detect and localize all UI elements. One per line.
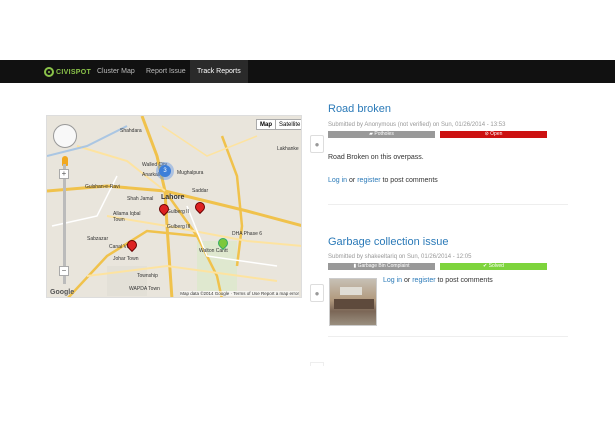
map-place-label: Lahore (161, 194, 185, 201)
status-label: Open (490, 131, 503, 137)
map-place-label: Township (137, 273, 158, 279)
report-title[interactable]: Road broken (328, 103, 391, 115)
map-place-label: Mughalpura (177, 170, 204, 176)
next-report-marker (310, 362, 324, 366)
report-photo-thumbnail[interactable] (329, 278, 377, 326)
report-map-marker-button[interactable]: ● (310, 135, 324, 153)
logo-icon (44, 67, 54, 77)
report-meta: Submitted by Anonymous (not verified) on… (328, 122, 506, 128)
civispot-logo[interactable]: CIVISPOT (44, 63, 91, 81)
map-place-label: Shah Jamal (127, 196, 154, 202)
status-badge: ⊘ Open (440, 131, 547, 138)
map-marker-icon: ● (314, 140, 320, 149)
or-text: or (404, 277, 411, 284)
map-place-label: DHA Phase 6 (232, 231, 263, 237)
map-place-label: Shahdara (120, 128, 142, 134)
status-label: Solved (488, 263, 504, 269)
nav-report-issue[interactable]: Report Issue (141, 60, 191, 83)
map-roads (47, 116, 301, 297)
map-place-label: Johar Town (113, 256, 139, 262)
register-link[interactable]: register (357, 177, 380, 184)
category-label: Garbage Bin Complaint (357, 263, 410, 269)
map-place-label: WAPDA Town (129, 286, 160, 292)
logo-text: CIVISPOT (56, 68, 92, 76)
or-text: or (349, 177, 356, 184)
report-title[interactable]: Garbage collection issue (328, 236, 448, 248)
map-place-label: Gulberg III (167, 224, 191, 230)
zoom-in-button[interactable]: + (59, 169, 69, 179)
map-place-label: Saddar (192, 188, 209, 194)
category-badge: ▮ Garbage Bin Complaint (328, 263, 435, 270)
post-comments-text: to post comments (382, 177, 438, 184)
report-divider (328, 204, 568, 205)
report-body: Road Broken on this overpass. (328, 154, 424, 161)
map-place-label: Walton Cantt (199, 248, 228, 254)
google-logo: Google (50, 289, 75, 296)
map-type-satellite-button[interactable]: Satellite (275, 119, 301, 130)
comment-login-prompt: Log in or register to post comments (328, 177, 438, 184)
post-comments-text: to post comments (437, 277, 493, 284)
login-link[interactable]: Log in (383, 277, 402, 284)
zoom-out-button[interactable]: − (59, 266, 69, 276)
register-link[interactable]: register (412, 277, 435, 284)
nav-track-reports[interactable]: Track Reports (190, 60, 248, 83)
category-badge: ▰ Potholes (328, 131, 435, 138)
map-place-label: Gulshan-e-Ravi (85, 184, 120, 190)
map-type-map-button[interactable]: Map (256, 119, 276, 130)
report-map-marker-button[interactable]: ● (310, 284, 324, 302)
map-cluster-marker[interactable]: 3 (159, 165, 171, 177)
report-divider (328, 336, 568, 337)
status-badge: ✔ Solved (440, 263, 547, 270)
map-place-label: Allama Iqbal Town (113, 211, 141, 223)
report-meta: Submitted by shakeeltariq on Sun, 01/26/… (328, 254, 472, 260)
map-place-label: Lakhanke (277, 146, 299, 152)
nav-cluster-map[interactable]: Cluster Map (92, 60, 140, 83)
map-place-label: Sabzazar (87, 236, 109, 242)
reports-map[interactable]: Map Satellite + − Shahdara Walled City A… (46, 115, 302, 298)
category-label: Potholes (374, 131, 394, 137)
map-pan-control[interactable] (53, 124, 77, 148)
login-link[interactable]: Log in (328, 177, 347, 184)
map-place-label: Anarkali (142, 172, 161, 178)
map-attribution[interactable]: Map data ©2014 Google · Terms of Use Rep… (180, 291, 299, 296)
comment-login-prompt: Log in or register to post comments (383, 277, 493, 284)
map-place-label: Gulberg II (167, 209, 189, 215)
map-marker-icon: ● (314, 289, 320, 298)
